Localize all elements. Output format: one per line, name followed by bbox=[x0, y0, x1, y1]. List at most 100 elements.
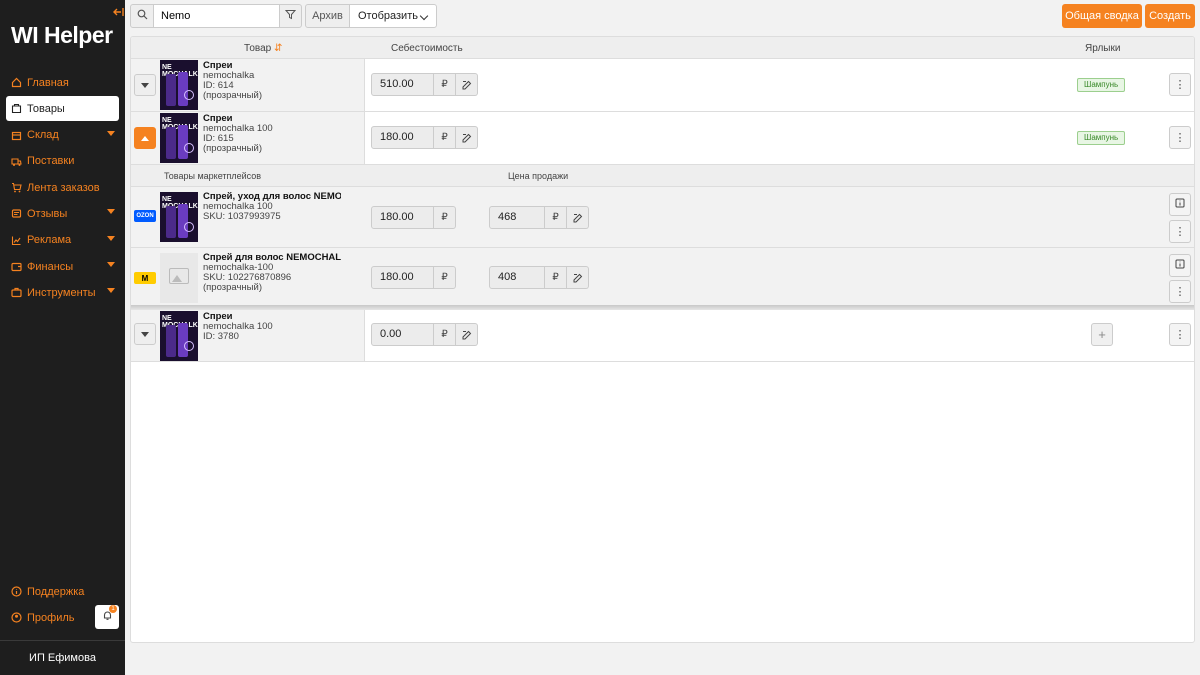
cost-value[interactable]: 180.00 bbox=[371, 126, 434, 149]
cost-field: 180.00 ₽ bbox=[371, 126, 478, 149]
chevron-down-icon bbox=[107, 209, 115, 215]
details-button[interactable] bbox=[1169, 193, 1191, 216]
company-name[interactable]: ИП Ефимова bbox=[0, 652, 125, 664]
sidebar-item-reviews[interactable]: Отзывы bbox=[6, 201, 119, 226]
sidebar-nav: Главная Товары Склад Поставки Лента зака… bbox=[6, 70, 119, 307]
product-image: NE MOCHALKA bbox=[160, 60, 198, 110]
sale-price-label: Цена продажи bbox=[508, 171, 569, 181]
table-row: NE MOCHALKA Спреи nemochalka ID: 614 (пр… bbox=[131, 59, 1194, 112]
wallet-icon bbox=[11, 261, 22, 272]
edit-cost-button[interactable] bbox=[456, 73, 478, 96]
reviews-icon bbox=[11, 208, 22, 219]
details-button[interactable] bbox=[1169, 254, 1191, 277]
cart-icon bbox=[11, 182, 22, 193]
kebab-icon: ⋮ bbox=[1174, 329, 1186, 341]
notification-count-badge: 1 bbox=[109, 605, 117, 613]
box-icon bbox=[11, 103, 22, 114]
sidebar-item-tools[interactable]: Инструменты bbox=[6, 280, 119, 305]
row-menu-button[interactable]: ⋮ bbox=[1169, 280, 1191, 303]
marketplace-product-info: Спрей для волос NEMOCHALKA nemochalka-10… bbox=[203, 253, 341, 293]
ozon-logo: OZON bbox=[134, 210, 156, 222]
tag-badge: Шампунь bbox=[1077, 131, 1126, 145]
home-icon bbox=[11, 77, 22, 88]
plus-icon: + bbox=[1098, 327, 1106, 342]
edit-price-button[interactable] bbox=[567, 206, 589, 229]
row-menu-button[interactable]: ⋮ bbox=[1169, 220, 1191, 243]
collapse-row-button[interactable] bbox=[134, 127, 156, 149]
edit-price-button[interactable] bbox=[567, 266, 589, 289]
sale-price-value[interactable]: 408 bbox=[489, 266, 545, 289]
warehouse-icon bbox=[11, 130, 22, 141]
chevron-down-icon bbox=[107, 235, 115, 241]
collapse-sidebar-icon[interactable] bbox=[112, 6, 124, 20]
sort-icon: ⇵ bbox=[274, 43, 283, 54]
kebab-icon: ⋮ bbox=[1174, 79, 1186, 91]
sidebar-item-home[interactable]: Главная bbox=[6, 70, 119, 95]
sale-price-field: 408 ₽ bbox=[489, 266, 589, 289]
caret-up-icon bbox=[141, 135, 149, 141]
chevron-down-icon bbox=[107, 288, 115, 294]
create-button[interactable]: Создать bbox=[1145, 4, 1195, 28]
search-button[interactable] bbox=[130, 4, 154, 28]
sidebar-item-products[interactable]: Товары bbox=[6, 96, 119, 122]
notifications-button[interactable]: 1 bbox=[95, 605, 119, 629]
currency-label: ₽ bbox=[434, 266, 456, 289]
product-image-placeholder bbox=[160, 253, 198, 303]
sale-price-value[interactable]: 468 bbox=[489, 206, 545, 229]
sidebar-item-deliveries[interactable]: Поставки bbox=[6, 149, 119, 174]
marketplace-product-info: Спрей, уход для волос NEMOCHALKA nemocha… bbox=[203, 192, 341, 222]
product-sku: SKU: 1037993975 bbox=[203, 211, 281, 222]
marketplace-row: M Спрей для волос NEMOCHALKA nemochalka-… bbox=[131, 248, 1194, 307]
sidebar-item-finance[interactable]: Финансы bbox=[6, 254, 119, 279]
edit-cost-button[interactable] bbox=[456, 126, 478, 149]
filter-button[interactable] bbox=[279, 4, 302, 28]
info-icon bbox=[11, 586, 22, 597]
product-variant: (прозрачный) bbox=[203, 90, 262, 101]
cost-value[interactable]: 0.00 bbox=[371, 323, 434, 346]
kebab-icon: ⋮ bbox=[1174, 226, 1186, 238]
column-header-tags: Ярлыки bbox=[1085, 43, 1121, 54]
sidebar-item-orders-feed[interactable]: Лента заказов bbox=[6, 175, 119, 200]
table-row: NE MOCHALKA Спреи nemochalka 100 ID: 378… bbox=[131, 310, 1194, 362]
edit-cost-button[interactable] bbox=[456, 323, 478, 346]
tag-badge: Шампунь bbox=[1077, 78, 1126, 92]
row-menu-button[interactable]: ⋮ bbox=[1169, 73, 1191, 96]
sidebar-item-support[interactable]: Поддержка bbox=[6, 579, 119, 604]
cost-value[interactable]: 510.00 bbox=[371, 73, 434, 96]
row-menu-button[interactable]: ⋮ bbox=[1169, 323, 1191, 346]
cost-field: 180.00 ₽ bbox=[371, 206, 456, 229]
sidebar-item-label: Поставки bbox=[27, 155, 75, 168]
sidebar-item-label: Поддержка bbox=[27, 585, 85, 598]
row-menu-button[interactable]: ⋮ bbox=[1169, 126, 1191, 149]
search-input[interactable] bbox=[154, 4, 280, 28]
sidebar-item-label: Отзывы bbox=[27, 207, 68, 220]
display-dropdown[interactable]: Отобразить bbox=[349, 4, 437, 28]
product-cell: NE MOCHALKA Спреи nemochalka ID: 614 (пр… bbox=[131, 59, 365, 111]
sidebar-item-ads[interactable]: Реклама bbox=[6, 228, 119, 253]
expand-row-button[interactable] bbox=[134, 74, 156, 96]
tools-icon bbox=[11, 287, 22, 298]
summary-button[interactable]: Общая сводка bbox=[1062, 4, 1142, 28]
product-cell: NE MOCHALKA Спреи nemochalka 100 ID: 615… bbox=[131, 112, 365, 164]
archive-button[interactable]: Архив bbox=[305, 4, 350, 28]
sidebar-item-label: Лента заказов bbox=[27, 181, 100, 194]
marketplace-row: OZON NE MOCHALKA Спрей, уход для волос N… bbox=[131, 187, 1194, 248]
marketplace-subheader: Товары маркетплейсов Цена продажи bbox=[131, 165, 1194, 187]
add-tag-button[interactable]: + bbox=[1091, 323, 1113, 346]
edit-icon bbox=[573, 213, 582, 222]
user-icon bbox=[11, 612, 22, 623]
expand-row-button[interactable] bbox=[134, 323, 156, 345]
sidebar-item-label: Товары bbox=[27, 102, 65, 115]
currency-label: ₽ bbox=[545, 266, 567, 289]
kebab-icon: ⋮ bbox=[1174, 132, 1186, 144]
sidebar-item-warehouse[interactable]: Склад bbox=[6, 123, 119, 148]
product-info: Спреи nemochalka 100 ID: 3780 bbox=[203, 312, 341, 342]
product-variant: (прозрачный) bbox=[203, 143, 262, 154]
yandex-market-logo: M bbox=[134, 272, 156, 284]
column-header-product[interactable]: Товар ⇵ bbox=[244, 43, 282, 54]
column-header-label: Товар bbox=[244, 43, 272, 54]
caret-down-icon bbox=[141, 82, 149, 88]
info-box-icon bbox=[1175, 259, 1185, 272]
product-image: NE MOCHALKA bbox=[160, 311, 198, 361]
product-image: NE MOCHALKA bbox=[160, 113, 198, 163]
